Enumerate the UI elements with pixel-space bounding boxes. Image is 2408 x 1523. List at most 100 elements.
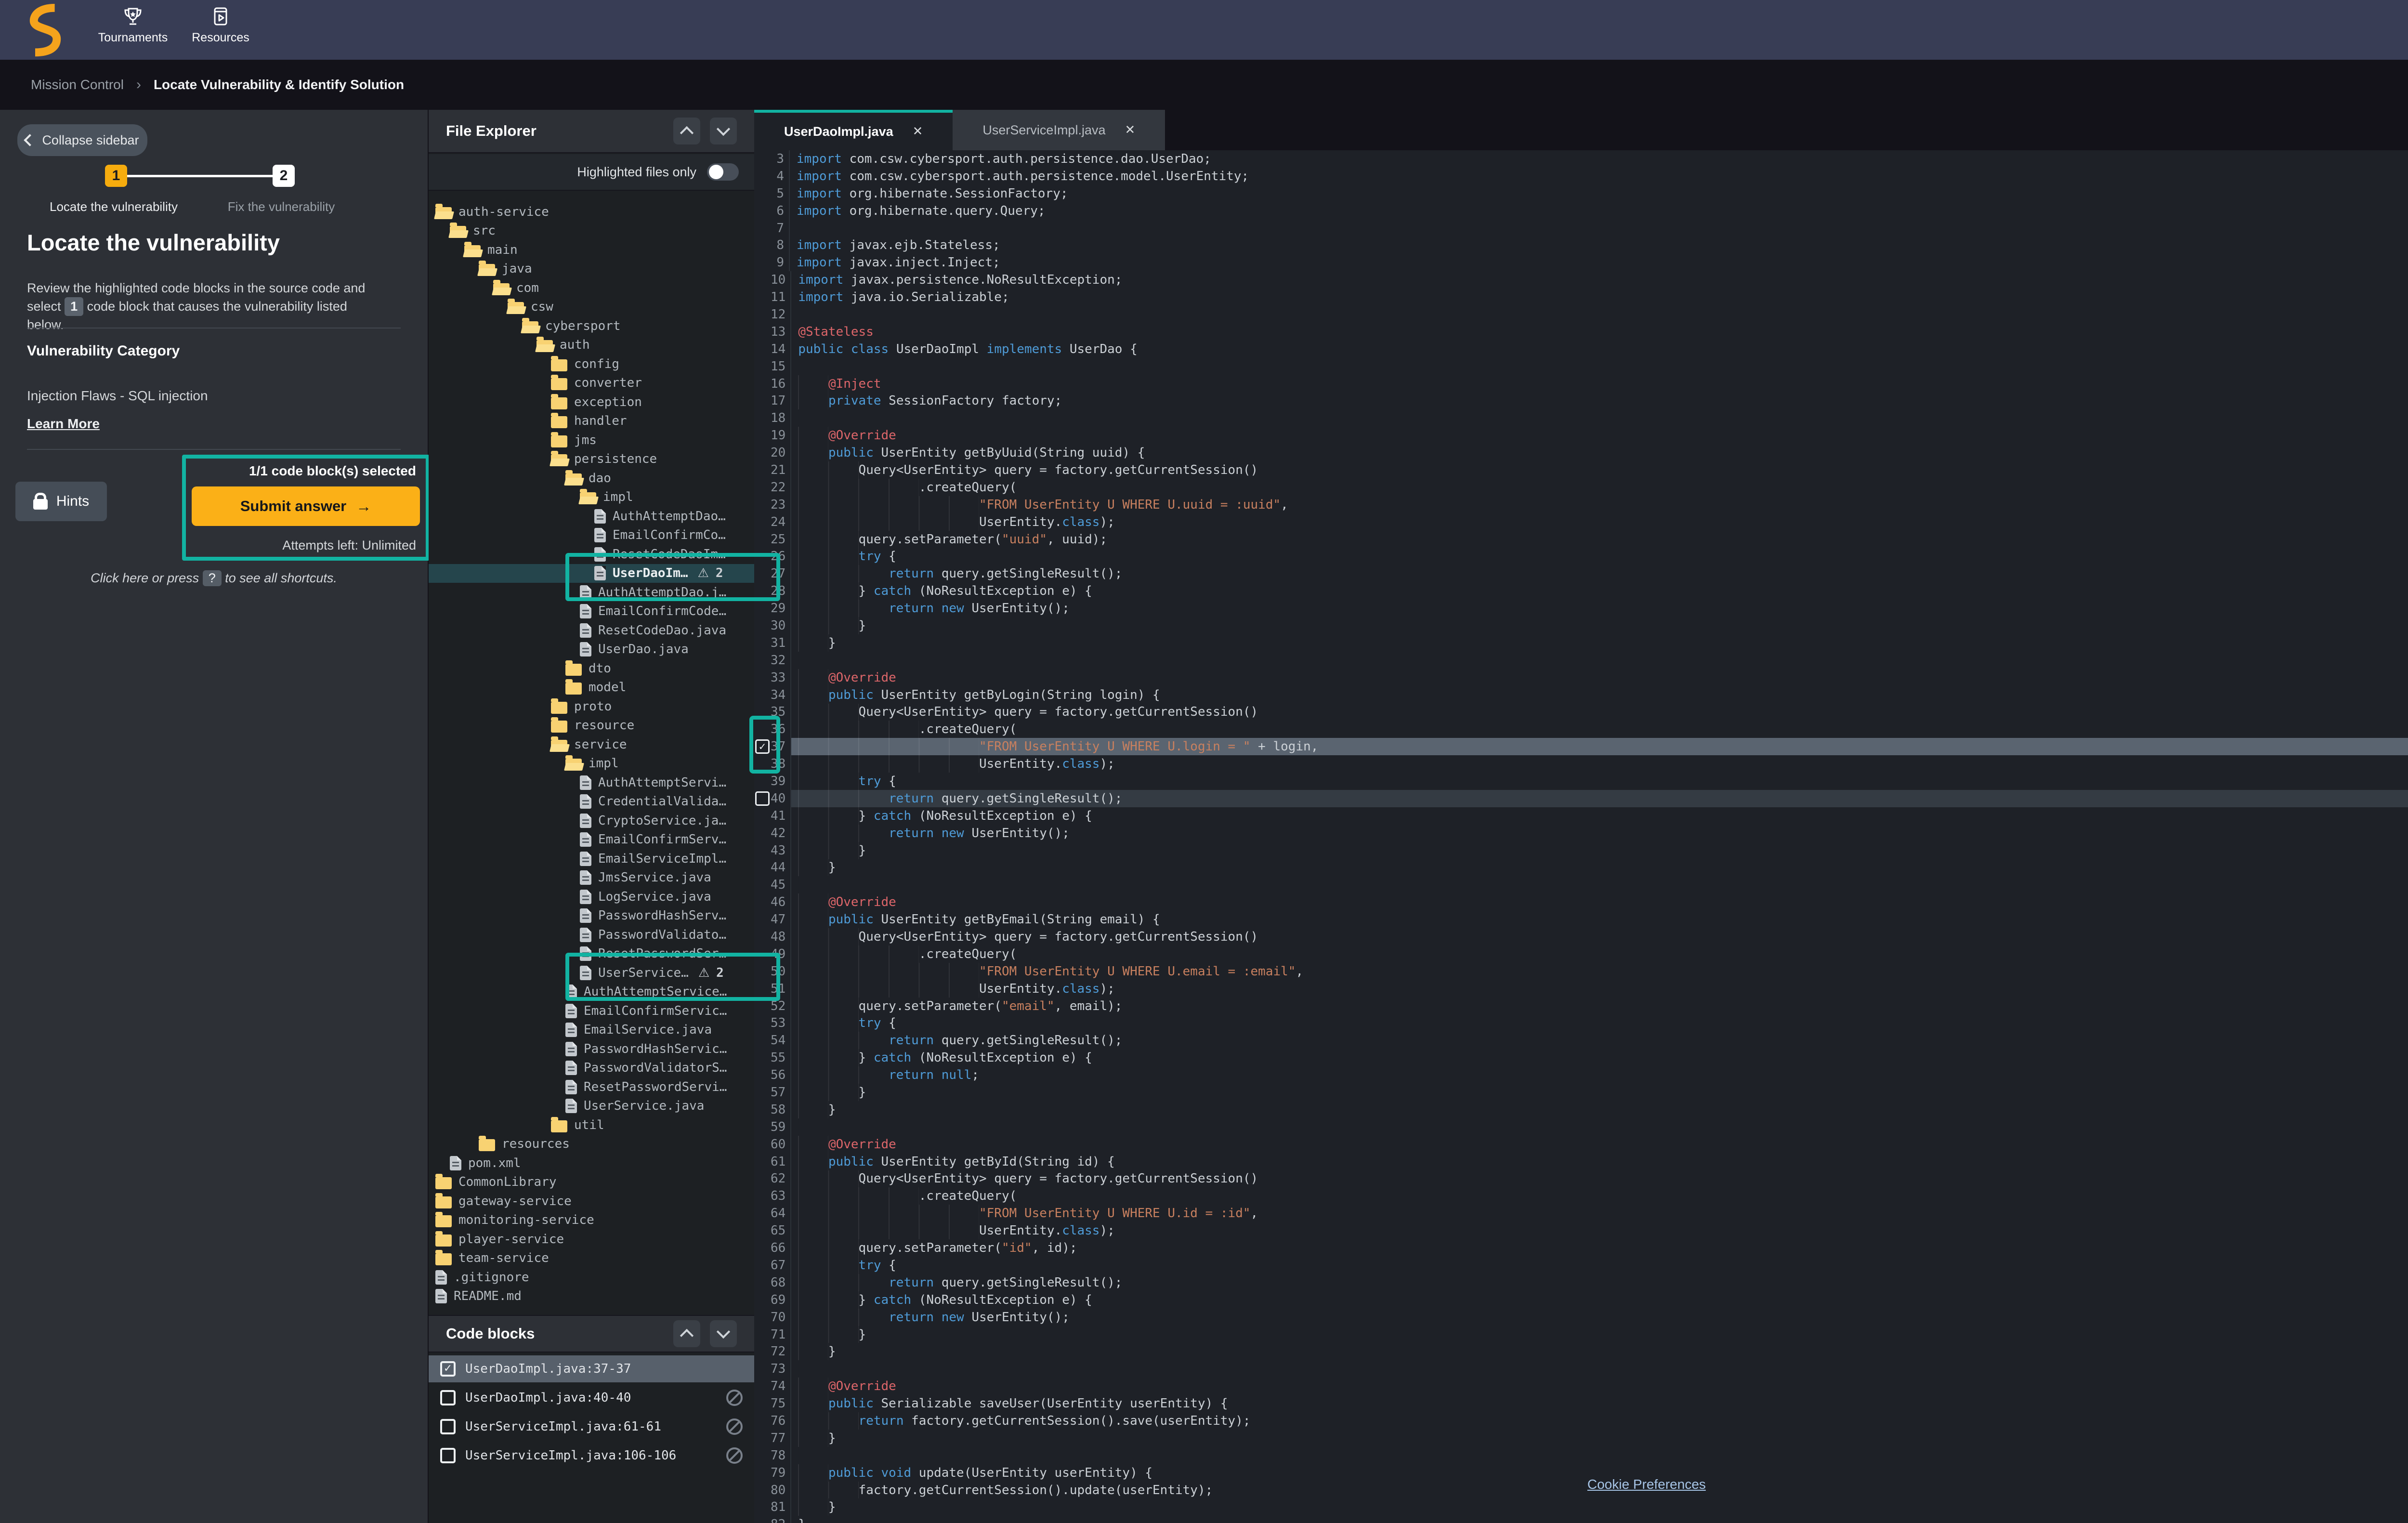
tree-item-main[interactable]: main <box>429 240 754 260</box>
code-block-item[interactable]: UserServiceImpl.java:61-61 <box>429 1413 754 1440</box>
line-number: 73 <box>771 1360 791 1378</box>
tree-item-service[interactable]: service <box>429 735 754 754</box>
tree-item-UserDaoIm[interactable]: UserDaoIm…⚠2 <box>429 564 754 583</box>
tree-item-pom.xml[interactable]: pom.xml <box>429 1154 754 1173</box>
line-number: 47 <box>771 911 791 928</box>
tree-item-AuthAttemptServi[interactable]: AuthAttemptServi… <box>429 773 754 792</box>
tree-item-com[interactable]: com <box>429 278 754 298</box>
code-block-item[interactable]: UserDaoImpl.java:40-40 <box>429 1384 754 1411</box>
code-blocks-next-button[interactable] <box>710 1320 737 1347</box>
tree-item-LogService.java[interactable]: LogService.java <box>429 887 754 906</box>
tree-item-team-service[interactable]: team-service <box>429 1249 754 1268</box>
tree-item-EmailConfirmCo[interactable]: EmailConfirmCo… <box>429 526 754 545</box>
tree-item-resource[interactable]: resource <box>429 716 754 735</box>
highlighted-files-toggle[interactable] <box>707 163 739 181</box>
tree-item-ResetPasswordServi[interactable]: ResetPasswordServi… <box>429 1077 754 1097</box>
tree-item-util[interactable]: util <box>429 1116 754 1135</box>
tree-item-impl[interactable]: impl <box>429 488 754 507</box>
explorer-next-button[interactable] <box>710 118 737 144</box>
submit-answer-button[interactable]: Submit answer → <box>192 486 420 526</box>
tree-item-dao[interactable]: dao <box>429 469 754 488</box>
checkbox-unchecked[interactable] <box>440 1419 456 1434</box>
tree-item-src[interactable]: src <box>429 222 754 241</box>
collapse-sidebar-button[interactable]: Collapse sidebar <box>17 124 147 156</box>
tree-item-EmailConfirmCode[interactable]: EmailConfirmCode… <box>429 602 754 621</box>
tab-UserServiceImpl.java[interactable]: UserServiceImpl.java✕ <box>953 110 1165 150</box>
code-blocks-prev-button[interactable] <box>673 1320 700 1347</box>
tree-item-auth-service[interactable]: auth-service <box>429 202 754 222</box>
learn-more-link[interactable]: Learn More <box>27 416 100 432</box>
close-icon[interactable]: ✕ <box>1125 123 1135 137</box>
tree-item-player-service[interactable]: player-service <box>429 1230 754 1249</box>
tree-item-ResetCodeDao.java[interactable]: ResetCodeDao.java <box>429 621 754 640</box>
checkbox-checked[interactable]: ✓ <box>440 1361 456 1377</box>
tree-item-PasswordHashServ[interactable]: PasswordHashServ… <box>429 906 754 926</box>
tree-item-proto[interactable]: proto <box>429 697 754 716</box>
tree-item-PasswordHashServic[interactable]: PasswordHashServic… <box>429 1039 754 1059</box>
tree-item-resources[interactable]: resources <box>429 1135 754 1154</box>
code-line-52: 52 query.setParameter("email", email); <box>754 998 2408 1015</box>
tree-item-UserDao.java[interactable]: UserDao.java <box>429 640 754 659</box>
tree-item-csw[interactable]: csw <box>429 298 754 317</box>
tree-item-EmailService.java[interactable]: EmailService.java <box>429 1021 754 1040</box>
tree-item-UserService[interactable]: UserService…⚠2 <box>429 963 754 983</box>
tree-item-label: src <box>473 223 496 238</box>
shortcuts-hint[interactable]: Click here or press ? to see all shortcu… <box>0 570 428 586</box>
line-number: 5 <box>771 185 790 202</box>
tree-item-gateway-service[interactable]: gateway-service <box>429 1192 754 1211</box>
tree-item-ResetPasswordSer[interactable]: ResetPasswordSer… <box>429 945 754 964</box>
line-number: 50 <box>771 963 791 980</box>
tree-item-handler[interactable]: handler <box>429 412 754 431</box>
checkbox-unchecked[interactable] <box>440 1390 456 1405</box>
line-checkbox-checked[interactable]: ✓ <box>755 739 770 754</box>
tree-item-EmailConfirmServ[interactable]: EmailConfirmServ… <box>429 830 754 850</box>
tree-item-converter[interactable]: converter <box>429 374 754 393</box>
tree-item-README.md[interactable]: README.md <box>429 1287 754 1306</box>
tree-item-PasswordValidato[interactable]: PasswordValidato… <box>429 925 754 945</box>
tree-item-PasswordValidatorS[interactable]: PasswordValidatorS… <box>429 1059 754 1078</box>
line-checkbox-unchecked[interactable] <box>755 791 770 806</box>
tree-item-exception[interactable]: exception <box>429 393 754 412</box>
tree-item-dto[interactable]: dto <box>429 659 754 678</box>
tree-item-EmailConfirmServic[interactable]: EmailConfirmServic… <box>429 1001 754 1021</box>
line-number: 36 <box>771 721 791 738</box>
code-block-item[interactable]: ✓UserDaoImpl.java:37-37 <box>429 1355 754 1382</box>
tree-item-AuthAttemptService[interactable]: AuthAttemptService… <box>429 983 754 1002</box>
tree-item-CommonLibrary[interactable]: CommonLibrary <box>429 1173 754 1192</box>
tree-item-model[interactable]: model <box>429 678 754 697</box>
tree-item-java[interactable]: java <box>429 260 754 279</box>
tree-item-persistence[interactable]: persistence <box>429 450 754 469</box>
nav-tournaments[interactable]: Tournaments <box>99 6 167 45</box>
tree-item-monitoring-service[interactable]: monitoring-service <box>429 1211 754 1230</box>
tree-item-UserService.java[interactable]: UserService.java <box>429 1097 754 1116</box>
tree-item-EmailServiceImpl[interactable]: EmailServiceImpl… <box>429 849 754 868</box>
tree-item-config[interactable]: config <box>429 354 754 374</box>
file-icon <box>580 642 591 656</box>
line-number: 21 <box>771 461 791 479</box>
code-line-81: 81 } <box>754 1498 2408 1516</box>
close-icon[interactable]: ✕ <box>913 124 923 139</box>
code-line-13: 13@Stateless <box>754 323 2408 341</box>
tree-item-ResetCodeDaoIm[interactable]: ResetCodeDaoIm… <box>429 545 754 564</box>
brand-logo-icon[interactable] <box>25 4 65 58</box>
tree-item-cybersport[interactable]: cybersport <box>429 316 754 336</box>
highlight-count: 2 <box>716 966 724 980</box>
cookie-preferences-link[interactable]: Cookie Preferences <box>1587 1477 1706 1492</box>
code-block-item[interactable]: UserServiceImpl.java:106-106 <box>429 1442 754 1469</box>
tree-item-CredentialValida[interactable]: CredentialValida… <box>429 792 754 812</box>
tree-item-jms[interactable]: jms <box>429 431 754 450</box>
explorer-prev-button[interactable] <box>673 118 700 144</box>
tree-item-.gitignore[interactable]: .gitignore <box>429 1268 754 1287</box>
hints-button[interactable]: Hints <box>15 482 107 521</box>
tree-item-AuthAttemptDao.j[interactable]: AuthAttemptDao.j… <box>429 583 754 602</box>
tree-item-AuthAttemptDao[interactable]: AuthAttemptDao… <box>429 507 754 526</box>
tree-item-impl[interactable]: impl <box>429 754 754 774</box>
tab-UserDaoImpl.java[interactable]: UserDaoImpl.java✕ <box>754 110 953 150</box>
breadcrumb-parent[interactable]: Mission Control <box>31 77 124 92</box>
tree-item-JmsService.java[interactable]: JmsService.java <box>429 868 754 888</box>
checkbox-unchecked[interactable] <box>440 1448 456 1463</box>
nav-resources[interactable]: Resources <box>192 6 249 45</box>
tree-item-auth[interactable]: auth <box>429 336 754 355</box>
tree-item-CryptoService.ja[interactable]: CryptoService.ja… <box>429 811 754 830</box>
tree-item-label: ResetCodeDao.java <box>598 623 726 638</box>
